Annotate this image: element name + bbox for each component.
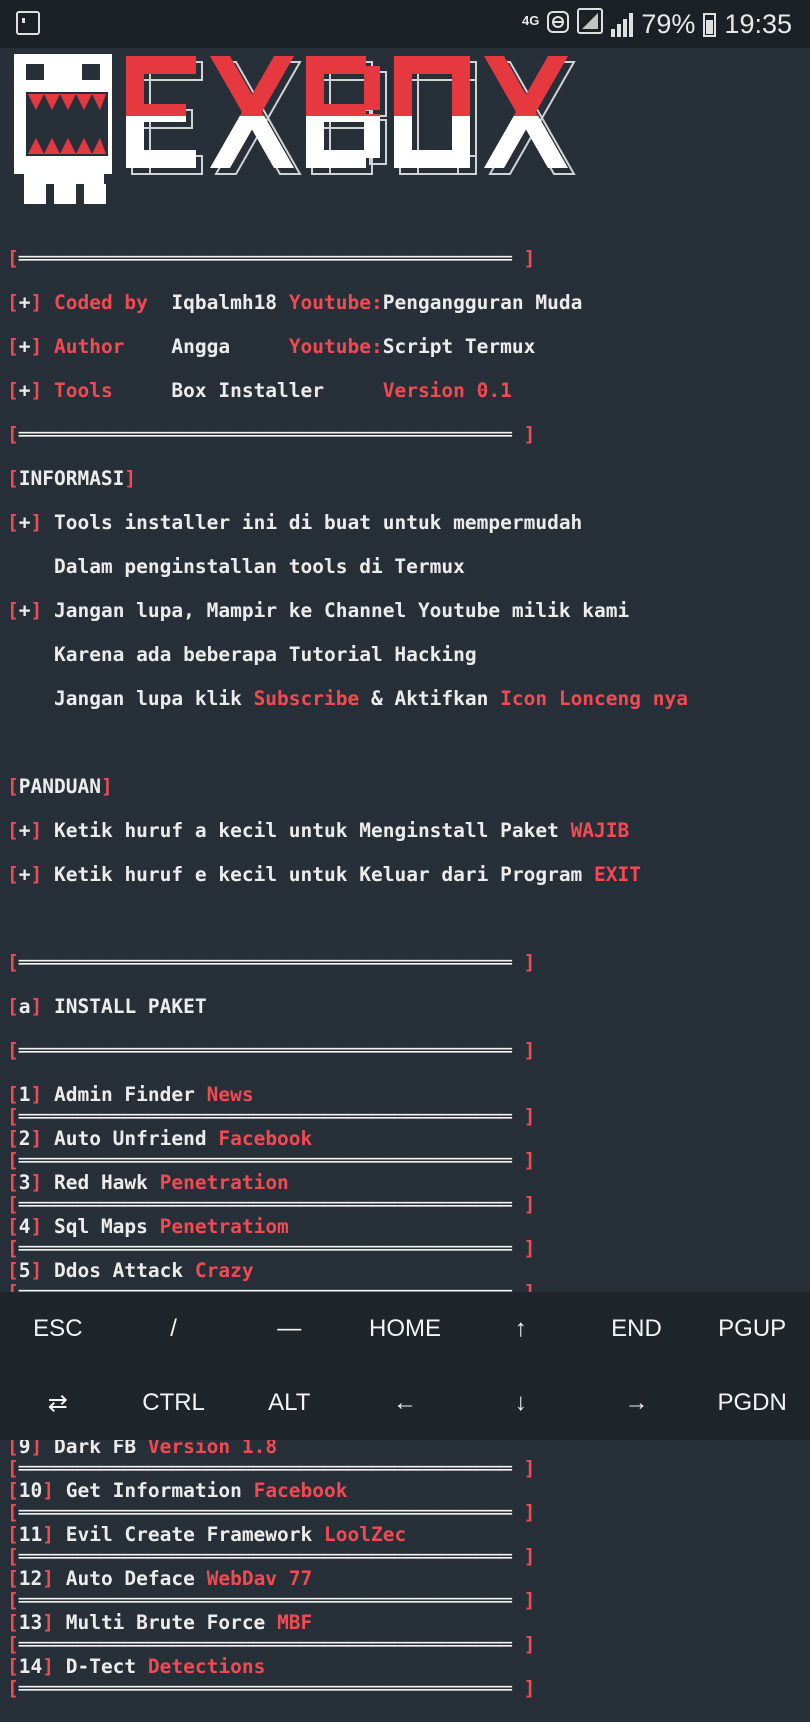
menu-item-name: Sql Maps [53, 1215, 148, 1238]
separator-line: [═══════════════════════════════════════… [7, 247, 536, 270]
menu-item-name: D-Tect [65, 1655, 137, 1678]
separator-line: [═══════════════════════════════════════… [7, 1457, 536, 1480]
separator-line: [═══════════════════════════════════════… [7, 1105, 536, 1128]
arrow-up-key[interactable]: ↑ [463, 1292, 579, 1366]
status-bar: 4G 79% 19:35 [0, 0, 810, 48]
separator-line: [═══════════════════════════════════════… [7, 951, 536, 974]
panduan-title: [PANDUAN] [7, 775, 113, 798]
separator-line: [═══════════════════════════════════════… [7, 1237, 536, 1260]
vpn-icon [547, 9, 570, 40]
alt-key[interactable]: ALT [231, 1366, 347, 1440]
menu-item: [10] Get Information Facebook [7, 1479, 348, 1502]
menu-item: [4] Sql Maps Penetratiom [7, 1215, 289, 1238]
menu-item-number: 5 [18, 1259, 31, 1282]
menu-item: [11] Evil Create Framework LoolZec [7, 1523, 407, 1546]
menu-item-tag: Detections [147, 1655, 266, 1678]
menu-item-number: 1 [18, 1083, 31, 1106]
battery-icon [703, 12, 717, 37]
separator-line: [═══════════════════════════════════════… [7, 1149, 536, 1172]
battery-percent: 79% [641, 9, 696, 39]
informasi-line-5: Jangan lupa klik Subscribe & Aktifkan Ic… [53, 687, 688, 710]
informasi-line-2: Dalam penginstallan tools di Termux [53, 555, 465, 578]
esc-key[interactable]: ESC [0, 1292, 116, 1366]
menu-item: [12] Auto Deface WebDav 77 [7, 1567, 313, 1590]
menu-item-name: Auto Deface [65, 1567, 195, 1590]
slash-key[interactable]: / [116, 1292, 232, 1366]
tab-key[interactable]: ⇄ [0, 1366, 116, 1440]
arrow-right-key[interactable]: → [579, 1366, 695, 1440]
menu-item-number: 14 [18, 1655, 43, 1678]
pgup-key[interactable]: PGUP [694, 1292, 810, 1366]
menu-item: [3] Red Hawk Penetration [7, 1171, 289, 1194]
terminal-output: [═══════════════════════════════════════… [7, 226, 807, 1722]
menu-item-tag: Facebook [218, 1127, 313, 1150]
cell-signal-icon [611, 12, 634, 37]
skull-logo-icon [14, 54, 112, 204]
arrow-down-key[interactable]: ↓ [463, 1366, 579, 1440]
panduan-line-2: [+] Ketik huruf e kecil untuk Keluar dar… [7, 863, 642, 886]
dash-key[interactable]: — [231, 1292, 347, 1366]
menu-item-name: Auto Unfriend [53, 1127, 207, 1150]
separator-line: [═══════════════════════════════════════… [7, 1677, 536, 1700]
separator-line: [═══════════════════════════════════════… [7, 423, 536, 446]
separator-line: [═══════════════════════════════════════… [7, 1039, 536, 1062]
separator-line: [═══════════════════════════════════════… [7, 1501, 536, 1524]
extra-keys-row-1: ESC / — HOME ↑ END PGUP [0, 1292, 810, 1366]
menu-item-tag: Penetratiom [159, 1215, 289, 1238]
menu-item-name: Get Information [65, 1479, 242, 1502]
menu-item-tag: MBF [277, 1611, 313, 1634]
menu-item-name: Admin Finder [53, 1083, 195, 1106]
end-key[interactable]: END [579, 1292, 695, 1366]
menu-item-tag: LoolZec [324, 1523, 407, 1546]
header-line-coded-by: [+] Coded by Iqbalmh18 Youtube:Penganggu… [7, 291, 583, 314]
home-key[interactable]: HOME [347, 1292, 463, 1366]
informasi-line-3: [+] Jangan lupa, Mampir ke Channel Youtu… [7, 599, 630, 622]
clock: 19:35 [724, 9, 792, 39]
menu-item-tag: WebDav 77 [206, 1567, 313, 1590]
menu-item-tag: Facebook [253, 1479, 348, 1502]
wifi-signal-icon [577, 8, 604, 41]
extra-keys-bar: ESC / — HOME ↑ END PGUP ⇄ CTRL ALT ← ↓ →… [0, 1292, 810, 1440]
header-line-tools: [+] Tools Box Installer Version 0.1 [7, 379, 512, 402]
arrow-left-key[interactable]: ← [347, 1366, 463, 1440]
menu-item-number: 4 [18, 1215, 31, 1238]
screenshot-notification-icon [16, 11, 40, 35]
menu-item: [1] Admin Finder News [7, 1083, 254, 1106]
separator-line: [═══════════════════════════════════════… [7, 1193, 536, 1216]
menu-item: [13] Multi Brute Force MBF [7, 1611, 313, 1634]
informasi-title: [INFORMASI] [7, 467, 137, 490]
panduan-line-1: [+] Ketik huruf a kecil untuk Menginstal… [7, 819, 630, 842]
menu-item-name: Evil Create Framework [65, 1523, 313, 1546]
menu-item: [14] D-Tect Detections [7, 1655, 266, 1678]
menu-item-tag: News [206, 1083, 254, 1106]
informasi-line-4: Karena ada beberapa Tutorial Hacking [53, 643, 477, 666]
menu-item-number: 13 [18, 1611, 43, 1634]
separator-line: [═══════════════════════════════════════… [7, 1545, 536, 1568]
exbox-logo [14, 50, 584, 212]
separator-line: [═══════════════════════════════════════… [7, 1633, 536, 1656]
menu-item-number: 11 [18, 1523, 43, 1546]
install-paket-option: [a] INSTALL PAKET [7, 995, 207, 1018]
menu-item: [5] Ddos Attack Crazy [7, 1259, 254, 1282]
header-line-author: [+] Author Angga Youtube:Script Termux [7, 335, 536, 358]
ctrl-key[interactable]: CTRL [116, 1366, 232, 1440]
informasi-line-1: [+] Tools installer ini di buat untuk me… [7, 511, 583, 534]
menu-item-name: Red Hawk [53, 1171, 148, 1194]
menu-item-number: 10 [18, 1479, 43, 1502]
pgdn-key[interactable]: PGDN [694, 1366, 810, 1440]
menu-item-number: 12 [18, 1567, 43, 1590]
extra-keys-row-2: ⇄ CTRL ALT ← ↓ → PGDN [0, 1366, 810, 1440]
menu-item-tag: Penetration [159, 1171, 289, 1194]
separator-line: [═══════════════════════════════════════… [7, 1589, 536, 1612]
network-type-label: 4G [522, 13, 540, 28]
menu-item-number: 3 [18, 1171, 31, 1194]
menu-item-tag: Crazy [194, 1259, 254, 1282]
menu-item-number: 2 [18, 1127, 31, 1150]
menu-item-name: Ddos Attack [53, 1259, 184, 1282]
menu-item-name: Multi Brute Force [65, 1611, 266, 1634]
menu-item: [2] Auto Unfriend Facebook [7, 1127, 313, 1150]
